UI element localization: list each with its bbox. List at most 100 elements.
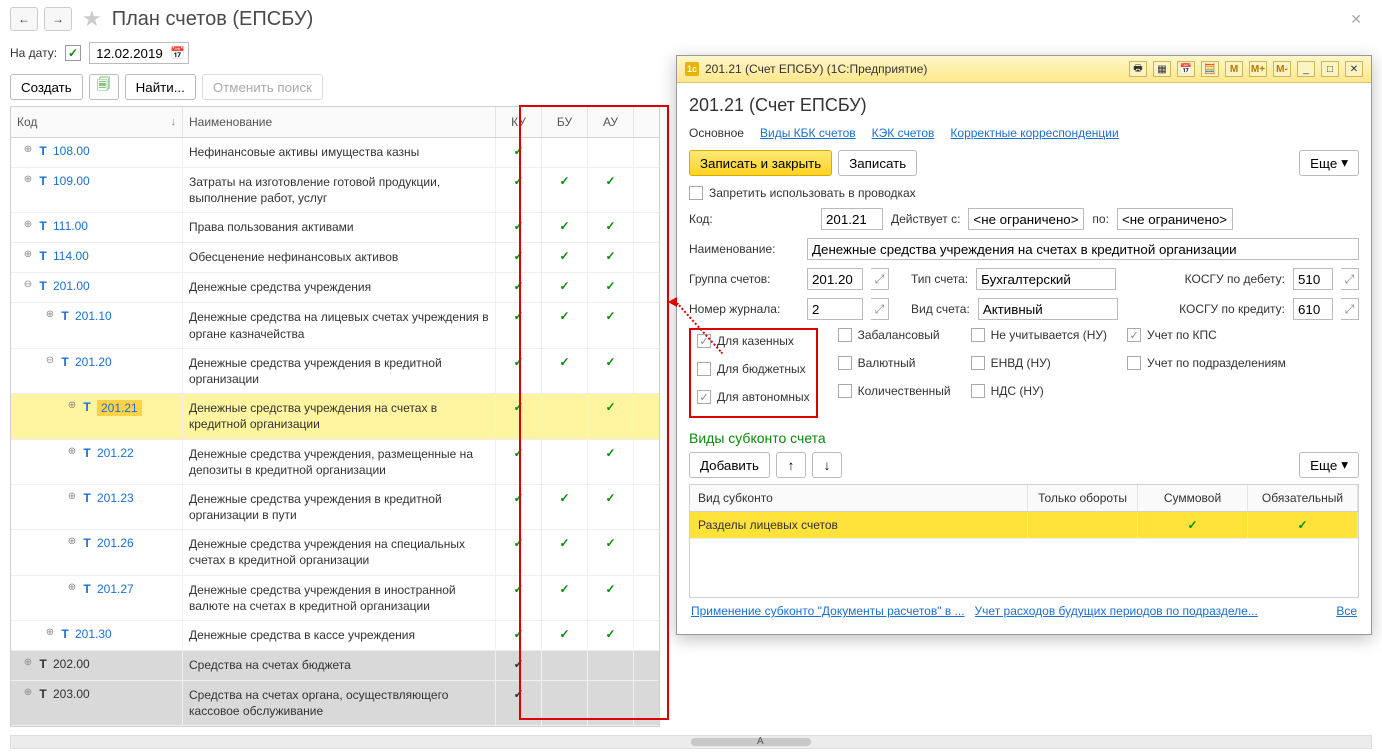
mem-m[interactable]: M [1225, 61, 1243, 77]
table-row[interactable]: ⊕Т201.23Денежные средства учреждения в к… [11, 485, 659, 530]
account-kind-input[interactable] [978, 298, 1118, 320]
link-documents[interactable]: Применение субконто "Документы расчетов"… [691, 604, 965, 618]
journal-input[interactable] [807, 298, 863, 320]
flag-budget[interactable] [697, 362, 711, 376]
table-row[interactable]: ⊕Т201.30Денежные средства в кассе учрежд… [11, 621, 659, 651]
move-up-button[interactable]: ↑ [776, 452, 806, 478]
link-all[interactable]: Все [1336, 604, 1357, 618]
expand-icon[interactable]: ⊕ [23, 249, 33, 260]
code-input[interactable] [821, 208, 883, 230]
date-enabled-checkbox[interactable]: ✓ [65, 45, 81, 61]
sort-icon[interactable]: ↓ [171, 116, 177, 128]
calendar2-icon[interactable]: 📅 [1177, 61, 1195, 77]
kosgu-credit-input[interactable] [1293, 298, 1333, 320]
bu-cell [542, 651, 588, 680]
expand-icon[interactable]: ⊕ [23, 219, 33, 230]
link-expenses[interactable]: Учет расходов будущих периодов по подраз… [975, 604, 1258, 618]
modal-titlebar[interactable]: 1c 201.21 (Счет ЕПСБУ) (1С:Предприятие) … [677, 56, 1371, 83]
name-input[interactable] [807, 238, 1359, 260]
valid-to-input[interactable] [1117, 208, 1233, 230]
tab-main[interactable]: Основное [689, 126, 744, 140]
accounts-grid[interactable]: Код↓ Наименование КУ БУ АУ ⊕Т108.00Нефин… [10, 106, 660, 727]
table-row[interactable]: ⊕Т201.27Денежные средства учреждения в и… [11, 576, 659, 621]
expand-icon[interactable]: ⊕ [67, 536, 77, 547]
account-kind-label: Вид счета: [911, 302, 970, 316]
forward-button[interactable]: → [44, 7, 72, 31]
favorite-icon[interactable]: ★ [82, 6, 102, 32]
subconto-row[interactable]: Разделы лицевых счетов ✓ ✓ [690, 512, 1358, 539]
more-button[interactable]: Еще ▾ [1299, 150, 1359, 176]
expand-icon[interactable]: ⊕ [23, 657, 33, 668]
mem-mplus[interactable]: M+ [1249, 61, 1267, 77]
find-button[interactable]: Найти... [125, 74, 196, 100]
flag-nds[interactable] [971, 384, 985, 398]
tab-kek[interactable]: КЭК счетов [872, 126, 935, 140]
flag-offbalance[interactable] [838, 328, 852, 342]
expand-icon[interactable]: ⊕ [45, 627, 55, 638]
expand-icon[interactable]: ⊕ [67, 491, 77, 502]
flag-no-tax[interactable] [971, 328, 985, 342]
flag-dept[interactable] [1127, 356, 1141, 370]
modal-close-icon[interactable]: ✕ [1345, 61, 1363, 77]
flag-currency[interactable] [838, 356, 852, 370]
expand-icon[interactable]: ⊕ [23, 144, 33, 155]
table-row[interactable]: ⊕Т201.26Денежные средства учреждения на … [11, 530, 659, 575]
expand-icon[interactable]: ⊕ [45, 309, 55, 320]
bu-cell: ✓ [542, 621, 588, 650]
table-row[interactable]: ⊕Т201.10Денежные средства на лицевых сче… [11, 303, 659, 348]
calendar-icon[interactable]: 📅 [170, 46, 185, 60]
tab-corr[interactable]: Корректные корреспонденции [950, 126, 1118, 140]
table-row[interactable]: ⊕Т114.00Обесценение нефинансовых активов… [11, 243, 659, 273]
table-row[interactable]: ⊖Т201.00Денежные средства учреждения✓✓✓ [11, 273, 659, 303]
code-value: 202.00 [53, 657, 90, 671]
flag-kps[interactable] [1127, 328, 1141, 342]
table-row[interactable]: ⊖Т201.20Денежные средства учреждения в к… [11, 349, 659, 394]
forbid-checkbox[interactable] [689, 186, 703, 200]
tab-kbk[interactable]: Виды КБК счетов [760, 126, 856, 140]
bu-cell: ✓ [542, 485, 588, 529]
group-open-icon[interactable]: ⤢ [871, 268, 889, 290]
minimize-icon[interactable]: _ [1297, 61, 1315, 77]
valid-from-input[interactable] [968, 208, 1084, 230]
table-row[interactable]: ⊕Т201.21Денежные средства учреждения на … [11, 394, 659, 439]
kosgu-debit-input[interactable] [1293, 268, 1333, 290]
subconto-grid[interactable]: Вид субконто Только обороты Суммовой Обя… [689, 484, 1359, 598]
save-close-button[interactable]: Записать и закрыть [689, 150, 832, 176]
flag-envd[interactable] [971, 356, 985, 370]
flag-quantity[interactable] [838, 384, 852, 398]
maximize-icon[interactable]: □ [1321, 61, 1339, 77]
expand-icon[interactable]: ⊕ [67, 446, 77, 457]
expand-icon[interactable]: ⊖ [45, 355, 55, 366]
expand-icon[interactable]: ⊕ [67, 582, 77, 593]
expand-icon[interactable]: ⊕ [23, 687, 33, 698]
horizontal-scrollbar[interactable]: А [10, 735, 1372, 749]
table-row[interactable]: ⊕Т108.00Нефинансовые активы имущества ка… [11, 138, 659, 168]
print-icon[interactable]: 🖶 [1129, 61, 1147, 77]
table-row[interactable]: ⊕Т111.00Права пользования активами✓✓✓ [11, 213, 659, 243]
table-row[interactable]: ⊕Т202.00Средства на счетах бюджета✓ [11, 651, 659, 681]
subconto-more-button[interactable]: Еще ▾ [1299, 452, 1359, 478]
flag-autonomous[interactable] [697, 390, 711, 404]
expand-icon[interactable]: ⊕ [23, 174, 33, 185]
table-row[interactable]: ⊕Т109.00Затраты на изготовление готовой … [11, 168, 659, 213]
table-row[interactable]: ⊕Т201.22Денежные средства учреждения, ра… [11, 440, 659, 485]
calc-icon[interactable]: 🧮 [1201, 61, 1219, 77]
grid-icon[interactable]: ▦ [1153, 61, 1171, 77]
kosgu-dt-open-icon[interactable]: ⤢ [1341, 268, 1359, 290]
kosgu-kt-open-icon[interactable]: ⤢ [1341, 298, 1359, 320]
close-icon[interactable]: ✕ [1340, 11, 1372, 28]
group-input[interactable] [807, 268, 863, 290]
save-button[interactable]: Записать [838, 150, 917, 176]
table-row[interactable]: ⊕Т203.00Средства на счетах органа, осуще… [11, 681, 659, 726]
expand-icon[interactable]: ⊕ [67, 400, 77, 411]
move-down-button[interactable]: ↓ [812, 452, 842, 478]
expand-icon[interactable]: ⊖ [23, 279, 33, 290]
account-type-input[interactable] [976, 268, 1116, 290]
create-button[interactable]: Создать [10, 74, 83, 100]
back-button[interactable]: ← [10, 7, 38, 31]
journal-open-icon[interactable]: ⤢ [871, 298, 889, 320]
scrollbar-thumb[interactable] [691, 738, 811, 746]
mem-mminus[interactable]: M- [1273, 61, 1291, 77]
subconto-add-button[interactable]: Добавить [689, 452, 770, 478]
copy-button[interactable]: 🗐 [89, 74, 119, 100]
